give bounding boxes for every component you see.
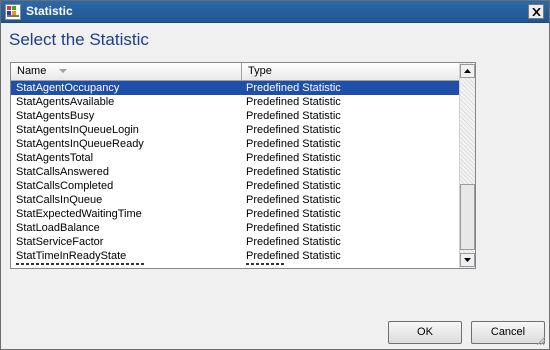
statistics-table[interactable]: Name Type StatAgentOccupancy Predefined … — [10, 62, 476, 269]
table-row[interactable]: StatTimeInReadyState Predefined Statisti… — [11, 249, 460, 263]
vertical-scrollbar[interactable] — [459, 63, 475, 268]
close-button[interactable] — [528, 4, 544, 19]
triangle-down-icon — [464, 258, 471, 262]
cell-type: Predefined Statistic — [246, 110, 341, 122]
table-row[interactable]: StatAgentsTotal Predefined Statistic — [11, 151, 460, 165]
cell-name: StatAgentOccupancy — [16, 82, 120, 94]
triangle-up-icon — [464, 69, 471, 73]
cell-name: StatAgentsInQueueLogin — [16, 124, 139, 136]
page-title: Select the Statistic — [9, 30, 149, 49]
statistic-dialog: Statistic Select the Statistic Name Type… — [0, 0, 550, 350]
cell-name: StatServiceFactor — [16, 236, 104, 248]
cell-type: Predefined Statistic — [246, 166, 341, 178]
cell-type: Predefined Statistic — [246, 194, 341, 206]
table-row[interactable]: StatExpectedWaitingTime Predefined Stati… — [11, 207, 460, 221]
cell-type: Predefined Statistic — [246, 96, 341, 108]
cell-type: Predefined Statistic — [246, 236, 341, 248]
column-header-type-label: Type — [248, 65, 272, 77]
cell-type: Predefined Statistic — [246, 222, 341, 234]
scroll-thumb[interactable] — [460, 184, 475, 250]
table-row[interactable]: StatLoadBalance Predefined Statistic — [11, 221, 460, 235]
column-header-name[interactable]: Name — [11, 63, 242, 81]
table-row[interactable]: StatCallsCompleted Predefined Statistic — [11, 179, 460, 193]
column-header-type[interactable]: Type — [242, 63, 460, 81]
cell-type: Predefined Statistic — [246, 152, 341, 164]
cell-name: StatCallsAnswered — [16, 166, 109, 178]
cell-type: Predefined Statistic — [246, 208, 341, 220]
cell-name: StatAgentsAvailable — [16, 96, 115, 108]
cell-name-clipped — [16, 263, 146, 265]
table-row[interactable]: StatAgentsBusy Predefined Statistic — [11, 109, 460, 123]
table-body: StatAgentOccupancy Predefined Statistic … — [11, 81, 460, 268]
cell-name: StatExpectedWaitingTime — [16, 208, 142, 220]
title-bar[interactable]: Statistic — [1, 1, 549, 23]
scroll-up-button[interactable] — [460, 64, 475, 78]
resize-grip-icon[interactable] — [536, 336, 546, 346]
cell-type: Predefined Statistic — [246, 82, 341, 94]
cell-name: StatAgentsInQueueReady — [16, 138, 144, 150]
app-icon — [5, 4, 21, 20]
table-row[interactable]: StatServiceFactor Predefined Statistic — [11, 235, 460, 249]
close-icon — [532, 8, 541, 16]
cell-name: StatCallsCompleted — [16, 180, 114, 192]
window-title: Statistic — [26, 4, 73, 18]
table-row-partial[interactable] — [11, 263, 460, 268]
sort-down-icon — [59, 69, 68, 74]
cell-type: Predefined Statistic — [246, 250, 341, 262]
cell-name: StatTimeInReadyState — [16, 250, 127, 262]
ok-button[interactable]: OK — [388, 321, 462, 344]
table-header: Name Type — [11, 63, 460, 81]
table-row[interactable]: StatAgentOccupancy Predefined Statistic — [11, 81, 460, 95]
cancel-button[interactable]: Cancel — [471, 321, 545, 344]
cell-type: Predefined Statistic — [246, 138, 341, 150]
cell-name: StatLoadBalance — [16, 222, 100, 234]
table-row[interactable]: StatCallsInQueue Predefined Statistic — [11, 193, 460, 207]
column-header-name-label: Name — [17, 65, 47, 77]
table-row[interactable]: StatAgentsAvailable Predefined Statistic — [11, 95, 460, 109]
table-row[interactable]: StatCallsAnswered Predefined Statistic — [11, 165, 460, 179]
table-row[interactable]: StatAgentsInQueueLogin Predefined Statis… — [11, 123, 460, 137]
table-row[interactable]: StatAgentsInQueueReady Predefined Statis… — [11, 137, 460, 151]
cell-name: StatCallsInQueue — [16, 194, 103, 206]
cell-type: Predefined Statistic — [246, 180, 341, 192]
cell-type: Predefined Statistic — [246, 124, 341, 136]
scroll-down-button[interactable] — [460, 253, 475, 267]
cell-name: StatAgentsBusy — [16, 110, 95, 122]
cell-type-clipped — [246, 263, 286, 265]
cell-name: StatAgentsTotal — [16, 152, 94, 164]
